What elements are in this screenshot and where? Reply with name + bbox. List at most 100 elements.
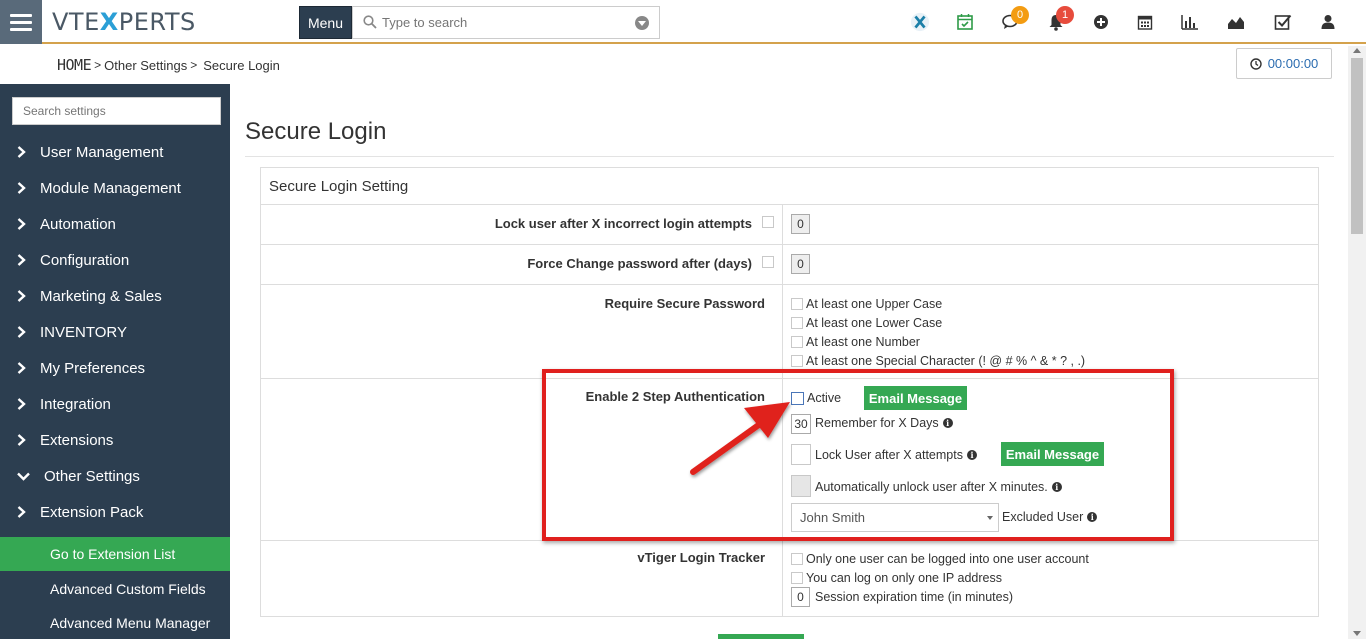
settings-search <box>12 97 221 125</box>
email-message-button-2[interactable]: Email Message <box>1001 442 1104 466</box>
force-change-days-input[interactable]: 0 <box>791 254 810 274</box>
one-user-checkbox[interactable] <box>791 553 803 565</box>
excluded-user-label: Excluded User i <box>1002 510 1098 524</box>
vtiger-x-icon[interactable] <box>910 12 930 32</box>
lock-user-attempts-input[interactable]: 0 <box>791 214 810 234</box>
breadcrumb-separator: > <box>94 58 102 72</box>
lock-user-checkbox[interactable] <box>762 216 774 228</box>
sub-header: HOME > Other Settings > Secure Login 00:… <box>0 46 1348 84</box>
sidebar-item-extensions[interactable]: Extensions <box>0 422 230 458</box>
calendar-icon[interactable] <box>1135 12 1155 32</box>
sidebar-item-integration[interactable]: Integration <box>0 386 230 422</box>
row-require-secure-password: Require Secure Password At least one Upp… <box>261 285 1318 379</box>
top-navbar: VTEXPERTS Menu 0 1 <box>0 0 1366 44</box>
sidebar-item-module-management[interactable]: Module Management <box>0 170 230 206</box>
two-step-label: Enable 2 Step Authentication <box>585 389 765 404</box>
panel-title: Secure Login Setting <box>261 168 1318 205</box>
info-icon[interactable]: i <box>942 418 953 428</box>
calendar-check-icon[interactable] <box>955 12 975 32</box>
option-special-character[interactable]: At least one Special Character (! @ # % … <box>791 354 1085 368</box>
sidebar-item-extension-pack[interactable]: Extension Pack <box>0 494 230 530</box>
user-profile-icon[interactable] <box>1318 12 1338 32</box>
global-search-input[interactable] <box>382 7 642 38</box>
info-icon[interactable]: i <box>1051 482 1062 492</box>
chevron-right-icon <box>2 362 40 374</box>
search-icon <box>363 15 377 29</box>
breadcrumb-home[interactable]: HOME <box>57 56 92 74</box>
two-step-active-checkbox[interactable] <box>791 391 804 405</box>
scroll-up-arrow-icon[interactable] <box>1353 48 1361 53</box>
special-character-checkbox[interactable] <box>791 355 803 367</box>
sidebar-subitem-advanced-menu-manager[interactable]: Advanced Menu Manager <box>0 606 230 640</box>
option-one-ip-address[interactable]: You can log on only one IP address <box>791 571 1002 585</box>
reports-bar-chart-icon[interactable] <box>1180 12 1200 32</box>
row-two-step-authentication: Enable 2 Step Authentication Active Emai… <box>261 379 1318 541</box>
sidebar-subitem-go-to-extension-list[interactable]: Go to Extension List <box>0 537 230 571</box>
scroll-thumb[interactable] <box>1351 58 1363 234</box>
breadcrumb-secure-login: Secure Login <box>203 57 280 73</box>
chat-icon[interactable]: 0 <box>1001 6 1029 32</box>
option-upper-case[interactable]: At least one Upper Case <box>791 297 942 311</box>
sidebar-item-user-management[interactable]: User Management <box>0 134 230 170</box>
upper-case-checkbox[interactable] <box>791 298 803 310</box>
area-chart-icon[interactable] <box>1226 12 1246 32</box>
save-button[interactable] <box>718 634 804 639</box>
session-expiration-label: Session expiration time (in minutes) <box>815 590 1013 604</box>
email-message-button[interactable]: Email Message <box>864 386 967 410</box>
sidebar-item-configuration[interactable]: Configuration <box>0 242 230 278</box>
remember-days-label: Remember for X Days i <box>815 416 953 430</box>
secure-login-settings-panel: Secure Login Setting Lock user after X i… <box>260 167 1319 617</box>
unlock-minutes-label: Automatically unlock user after X minute… <box>815 480 1062 494</box>
remember-days-input[interactable]: 30 <box>791 414 811 434</box>
breadcrumb-other-settings[interactable]: Other Settings <box>104 58 187 73</box>
page-title: Secure Login <box>245 118 387 145</box>
number-checkbox[interactable] <box>791 336 803 348</box>
force-change-checkbox[interactable] <box>762 256 774 268</box>
sidebar-subitem-advanced-custom-fields[interactable]: Advanced Custom Fields <box>0 572 230 606</box>
sidebar-item-other-settings[interactable]: Other Settings <box>0 458 230 494</box>
add-circle-icon[interactable] <box>1091 12 1111 32</box>
option-number[interactable]: At least one Number <box>791 335 920 349</box>
sidebar-item-automation[interactable]: Automation <box>0 206 230 242</box>
row-lock-user: Lock user after X incorrect login attemp… <box>261 205 1318 245</box>
info-icon[interactable]: i <box>966 450 977 460</box>
chevron-right-icon <box>2 398 40 410</box>
lower-case-checkbox[interactable] <box>791 317 803 329</box>
chevron-right-icon <box>2 506 40 518</box>
require-secure-label: Require Secure Password <box>604 296 765 311</box>
chat-badge: 0 <box>1011 6 1029 24</box>
excluded-user-select[interactable]: John Smith <box>791 503 999 532</box>
vtexperts-logo[interactable]: VTEXPERTS <box>52 8 196 36</box>
scroll-down-arrow-icon[interactable] <box>1353 631 1361 636</box>
sidebar-item-marketing-sales[interactable]: Marketing & Sales <box>0 278 230 314</box>
sidebar-item-inventory[interactable]: INVENTORY <box>0 314 230 350</box>
tasks-checkbox-icon[interactable] <box>1273 12 1293 32</box>
global-search <box>352 6 660 39</box>
option-lower-case[interactable]: At least one Lower Case <box>791 316 942 330</box>
settings-search-input[interactable] <box>13 98 220 124</box>
row-force-change-password: Force Change password after (days) 0 <box>261 245 1318 285</box>
search-dropdown-icon[interactable] <box>635 16 649 30</box>
chevron-right-icon <box>2 218 40 230</box>
one-ip-checkbox[interactable] <box>791 572 803 584</box>
force-change-label: Force Change password after (days) <box>527 256 752 271</box>
main-content: Secure Login Secure Login Setting Lock u… <box>230 84 1348 639</box>
menu-button[interactable]: Menu <box>299 6 352 39</box>
settings-sidebar: User Management Module Management Automa… <box>0 84 230 639</box>
lock-user-attempts-box[interactable] <box>791 444 811 465</box>
breadcrumb-separator: > <box>190 58 198 72</box>
chevron-right-icon <box>2 290 40 302</box>
lock-user-label: Lock user after X incorrect login attemp… <box>494 216 752 231</box>
info-icon[interactable]: i <box>1087 512 1098 522</box>
session-expiration-input[interactable]: 0 <box>791 587 810 607</box>
sidebar-item-my-preferences[interactable]: My Preferences <box>0 350 230 386</box>
chevron-right-icon <box>2 182 40 194</box>
unlock-minutes-input[interactable] <box>791 475 811 497</box>
two-step-active[interactable]: Active <box>791 391 841 405</box>
title-divider <box>245 156 1334 157</box>
timer-button[interactable]: 00:00:00 <box>1236 48 1332 79</box>
hamburger-menu-icon[interactable] <box>0 0 42 44</box>
notification-bell-icon[interactable]: 1 <box>1046 6 1074 32</box>
page-scrollbar[interactable] <box>1348 46 1366 639</box>
option-one-user-per-account[interactable]: Only one user can be logged into one use… <box>791 552 1089 566</box>
